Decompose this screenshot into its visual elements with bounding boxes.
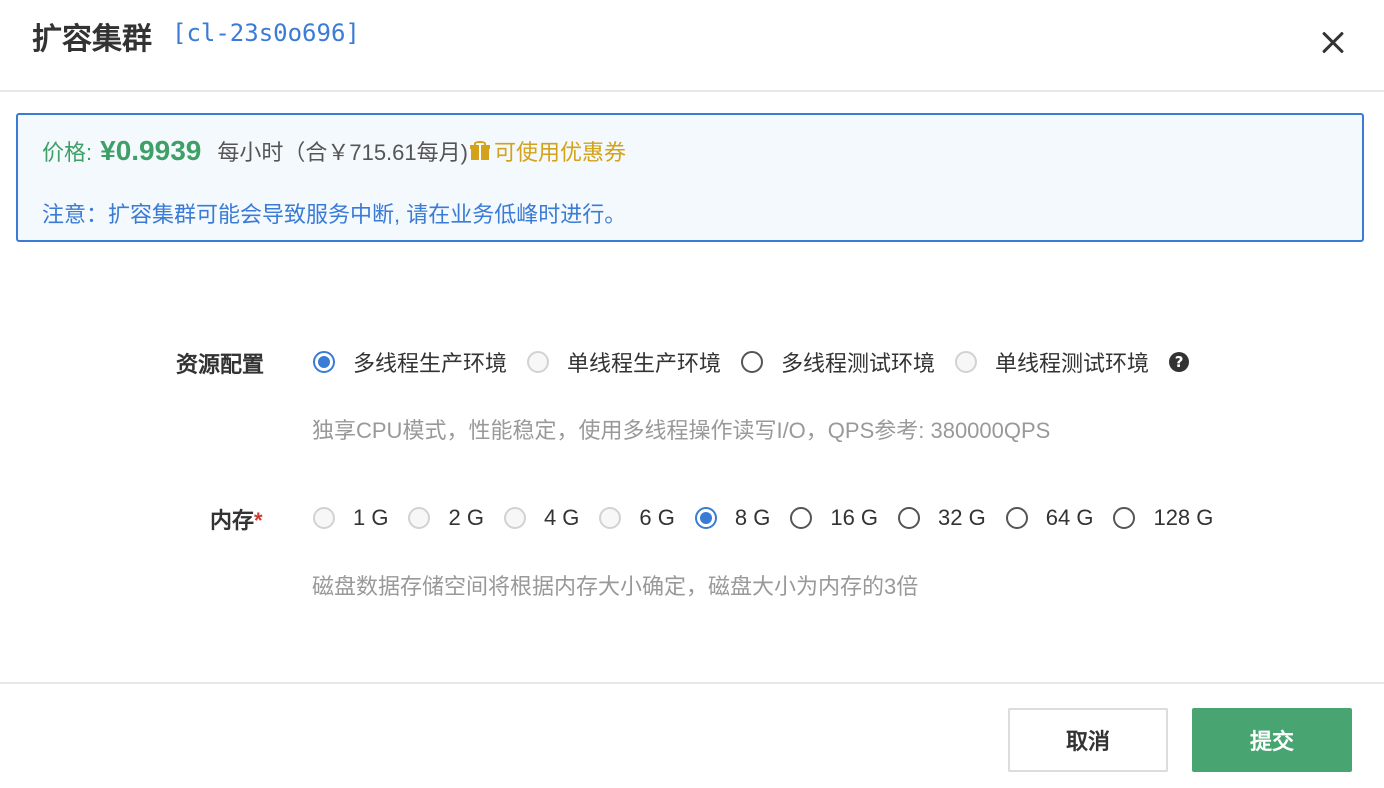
memory-label: 内存*: [210, 503, 263, 535]
resource-option-label: 多线程生产环境: [353, 351, 508, 376]
dialog-header: 扩容集群 [cl-23s0o696]: [0, 0, 1384, 92]
gift-icon: [469, 141, 490, 160]
resource-config-radio-group: 多线程生产环境 单线程生产环境 多线程测试环境 单线程测试环境?: [313, 346, 1190, 378]
resource-radio-circle: [527, 351, 550, 373]
memory-option-label: 32 G: [938, 505, 986, 530]
cluster-id: [cl-23s0o696]: [172, 19, 360, 47]
coupon-link[interactable]: 可使用优惠券: [469, 135, 626, 167]
memory-option-label: 2 G: [448, 505, 484, 530]
memory-radio-circle[interactable]: [898, 507, 921, 529]
resource-option-1: 单线程生产环境: [527, 346, 721, 378]
resource-option-2[interactable]: 多线程测试环境: [741, 346, 935, 378]
memory-radio-circle[interactable]: [1005, 507, 1028, 529]
resource-option-label: 单线程测试环境: [995, 351, 1150, 376]
memory-radio-circle[interactable]: [1113, 507, 1136, 529]
memory-option-3: 6 G: [599, 505, 675, 531]
memory-option-6[interactable]: 32 G: [898, 505, 986, 531]
price-label: 价格:: [42, 140, 93, 165]
warning-text: 注意：扩容集群可能会导致服务中断, 请在业务低峰时进行。: [42, 202, 627, 227]
resource-option-3: 单线程测试环境: [955, 346, 1149, 378]
memory-option-label: 8 G: [734, 505, 771, 530]
question-circle-icon[interactable]: ?: [1169, 352, 1190, 372]
price-value: ¥0.9939: [100, 135, 202, 166]
memory-option-2: 4 G: [503, 505, 580, 531]
memory-label-text: 内存: [210, 508, 255, 533]
resource-option-label: 多线程测试环境: [781, 351, 936, 376]
resource-config-hint: 独享CPU模式，性能稳定，使用多线程操作读写I/O，QPS参考: 380000Q…: [312, 418, 1051, 443]
resource-option-label: 单线程生产环境: [567, 351, 722, 376]
memory-radio-circle: [599, 507, 622, 529]
memory-radio-circle[interactable]: [694, 507, 717, 529]
memory-radio-circle: [408, 507, 431, 529]
price-notice-panel: 价格: ¥0.9939 每小时（合￥715.61每月) 可使用优惠券 注意：扩容…: [16, 113, 1364, 242]
memory-option-label: 6 G: [639, 505, 675, 530]
dialog-title: 扩容集群: [32, 23, 152, 56]
resource-config-label: 资源配置: [176, 352, 265, 377]
submit-button[interactable]: 提交: [1192, 708, 1352, 772]
footer-divider: [0, 682, 1384, 684]
memory-option-label: 64 G: [1045, 505, 1094, 530]
close-icon[interactable]: [1316, 26, 1350, 60]
memory-radio-group: 1 G 2 G 4 G 6 G 8 G 16 G 32 G 64 G 128 G: [313, 502, 1213, 534]
coupon-label: 可使用优惠券: [493, 140, 626, 165]
required-mark: *: [254, 508, 263, 533]
resource-radio-circle[interactable]: [741, 351, 764, 373]
memory-option-0: 1 G: [313, 505, 388, 531]
resource-radio-circle: [955, 351, 978, 373]
memory-radio-circle: [503, 507, 526, 529]
resource-option-0[interactable]: 多线程生产环境: [313, 346, 507, 378]
memory-radio-circle: [313, 507, 335, 529]
memory-option-4[interactable]: 8 G: [694, 505, 771, 531]
price-line: 价格: ¥0.9939 每小时（合￥715.61每月) 可使用优惠券: [42, 135, 626, 169]
memory-option-label: 128 G: [1153, 505, 1214, 530]
memory-option-8[interactable]: 128 G: [1113, 505, 1213, 531]
memory-option-7[interactable]: 64 G: [1005, 505, 1094, 531]
price-unit: 每小时（合￥715.61每月): [217, 140, 468, 165]
cancel-button[interactable]: 取消: [1008, 708, 1168, 772]
resource-radio-circle[interactable]: [313, 351, 335, 373]
memory-option-5[interactable]: 16 G: [790, 505, 878, 531]
memory-option-label: 1 G: [353, 505, 389, 530]
memory-radio-circle[interactable]: [790, 507, 813, 529]
memory-option-1: 2 G: [408, 505, 484, 531]
memory-hint: 磁盘数据存储空间将根据内存大小确定，磁盘大小为内存的3倍: [312, 574, 919, 599]
memory-option-label: 4 G: [543, 505, 580, 530]
memory-option-label: 16 G: [830, 505, 879, 530]
